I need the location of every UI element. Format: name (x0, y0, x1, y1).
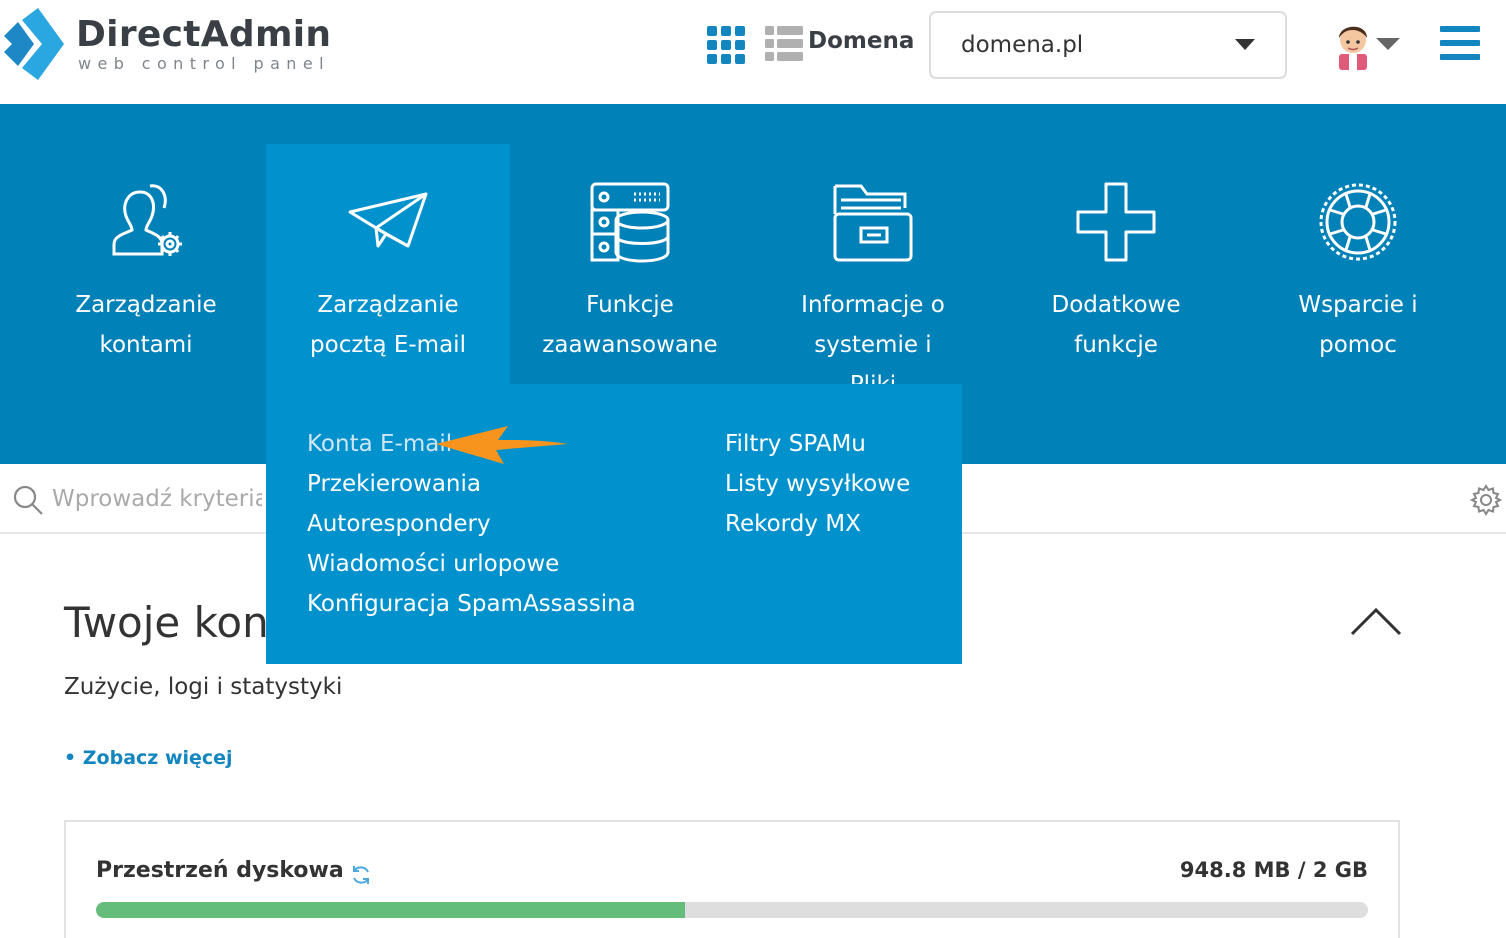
nav-label: Wsparcie i pomoc (1298, 292, 1418, 358)
menu-item-forwarders[interactable]: Przekierowania (307, 464, 636, 504)
domain-label: Domena (808, 28, 915, 54)
nav-item-extras[interactable]: Dodatkowe funkcje (994, 144, 1238, 464)
nav-label: Zarządzanie kontami (75, 292, 217, 358)
apps-grid-icon[interactable] (707, 26, 745, 64)
dropdown-column-right: Filtry SPAMu Listy wysyłkowe Rekordy MX (725, 424, 910, 544)
disk-usage-title: Przestrzeń dyskowa (96, 858, 344, 883)
caret-down-icon (1235, 39, 1255, 50)
disk-usage-card: Przestrzeń dyskowa 948.8 MB / 2 GB (64, 820, 1400, 938)
list-icon[interactable] (765, 26, 803, 62)
logo-subtitle: web control panel (78, 54, 330, 73)
see-more-link[interactable]: • Zobacz więcej (64, 747, 233, 769)
disk-usage-progress (96, 902, 1368, 918)
logo-chevron-icon (4, 8, 64, 80)
avatar-icon[interactable] (1333, 18, 1373, 70)
refresh-icon[interactable] (350, 864, 372, 886)
domain-select[interactable]: domena.pl (929, 11, 1287, 79)
menu-item-spamassassin[interactable]: Konfiguracja SpamAssassina (307, 584, 636, 624)
orange-arrow-icon (436, 426, 568, 464)
search-icon (13, 485, 43, 515)
nav-item-accounts[interactable]: Zarządzanie kontami (24, 144, 268, 464)
nav-label: Informacje o systemie i Pliki (801, 292, 945, 384)
page-title: Twoje kon (64, 598, 269, 647)
avatar-caret-icon[interactable] (1376, 38, 1400, 50)
menu-item-mailing-lists[interactable]: Listy wysyłkowe (725, 464, 910, 504)
menu-item-vacation-messages[interactable]: Wiadomości urlopowe (307, 544, 636, 584)
nav-item-support[interactable]: Wsparcie i pomoc (1236, 144, 1480, 464)
menu-item-spam-filters[interactable]: Filtry SPAMu (725, 424, 910, 464)
domain-select-value: domena.pl (961, 32, 1084, 58)
logo-name: DirectAdmin (76, 14, 332, 55)
email-dropdown-menu: Konta E-mail Przekierowania Autoresponde… (266, 384, 962, 664)
logo[interactable]: DirectAdmin web control panel (2, 8, 331, 80)
page-subtitle: Zużycie, logi i statystyki (64, 674, 343, 700)
settings-gear-icon[interactable] (1470, 484, 1502, 516)
menu-item-mx-records[interactable]: Rekordy MX (725, 504, 910, 544)
disk-usage-value: 948.8 MB / 2 GB (1179, 858, 1368, 882)
disk-usage-progress-fill (96, 902, 686, 918)
menu-item-autoresponders[interactable]: Autorespondery (307, 504, 636, 544)
nav-label: Funkcje zaawansowane (542, 292, 718, 358)
hamburger-menu-icon[interactable] (1440, 26, 1480, 60)
chevron-up-icon[interactable] (1350, 606, 1402, 640)
nav-label: Zarządzanie pocztą E-mail (310, 292, 466, 358)
nav-label: Dodatkowe funkcje (1051, 292, 1181, 358)
header: DirectAdmin web control panel Domena dom… (0, 0, 1506, 104)
search-input[interactable] (52, 480, 262, 518)
